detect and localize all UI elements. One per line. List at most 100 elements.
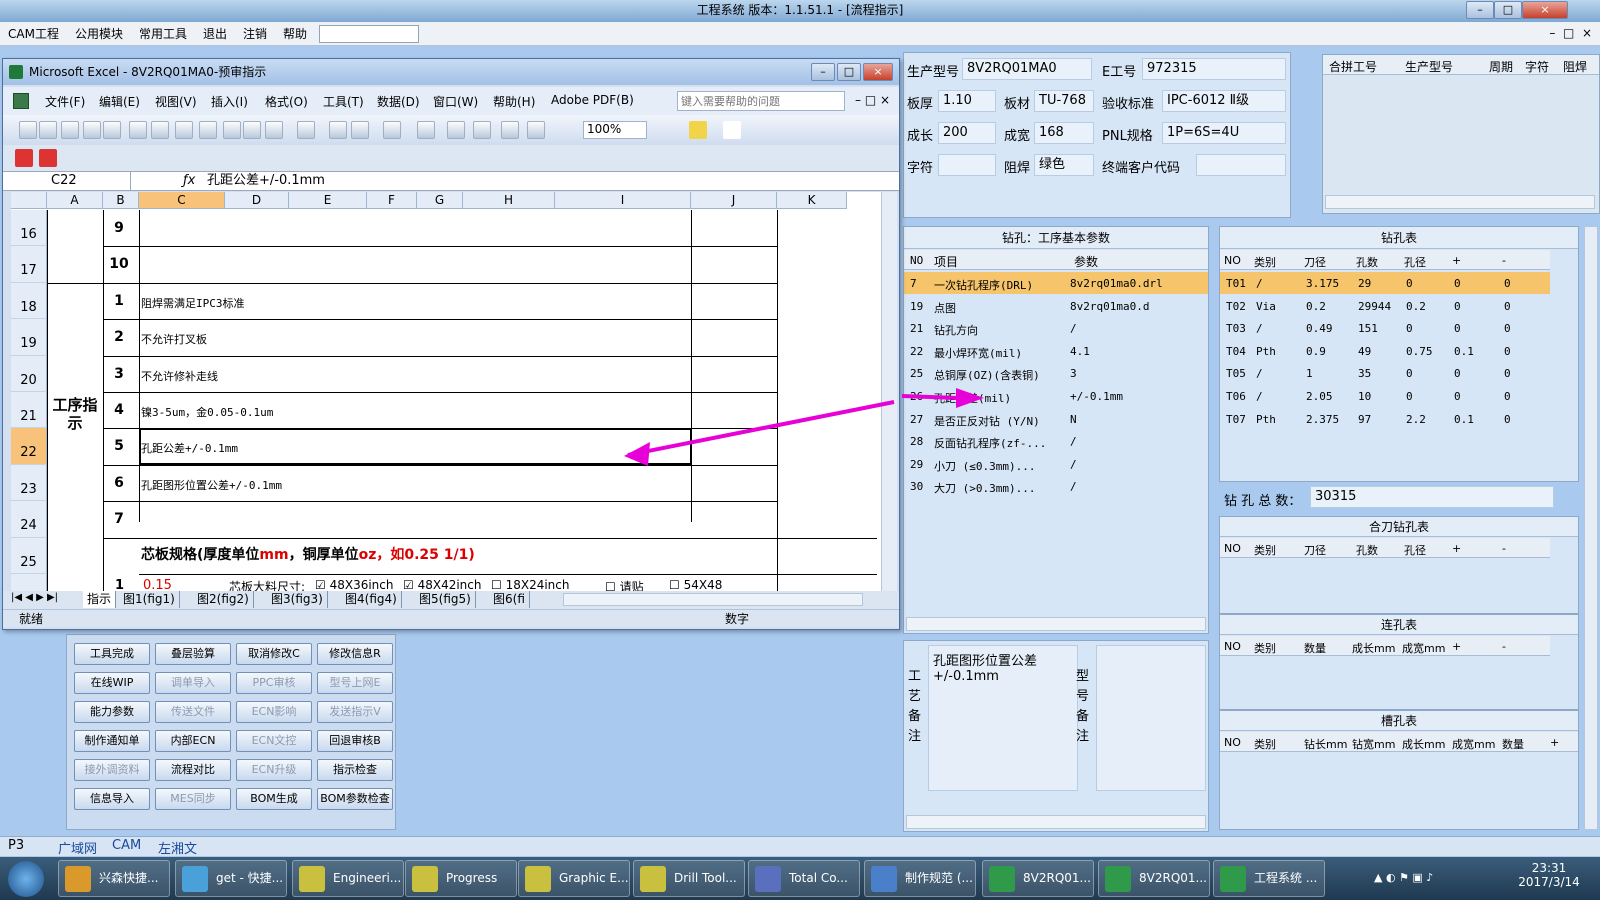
table-row[interactable]: T02 Via 0.2 29944 0.2 0 0 <box>1220 295 1550 317</box>
pnl-field[interactable]: 1P=6S=4U <box>1162 122 1286 144</box>
row-header[interactable]: 20 <box>11 355 47 392</box>
menu-common-tools[interactable]: 常用工具 <box>131 22 195 46</box>
select-all-corner[interactable] <box>11 192 47 209</box>
row-header[interactable]: 22 <box>11 428 47 465</box>
remarks-hscroll[interactable] <box>906 815 1206 829</box>
size-checkbox[interactable]: ☑ 48X36inch <box>315 578 393 592</box>
excel-minimize-button[interactable]: – <box>811 63 835 81</box>
table-row[interactable]: 30 大刀 (>0.3mm)... / <box>904 475 1208 497</box>
menu-exit[interactable]: 退出 <box>195 22 235 46</box>
start-button[interactable] <box>8 861 44 897</box>
new-icon[interactable] <box>19 121 37 139</box>
action-button[interactable]: BOM参数检查 <box>317 788 393 810</box>
menu-cam[interactable]: CAM工程 <box>0 22 67 46</box>
pdf-convert-icon[interactable] <box>15 149 33 167</box>
clock[interactable]: 23:31 2017/3/14 <box>1505 861 1593 889</box>
column-header[interactable]: K <box>777 192 847 209</box>
excel-close-button[interactable]: × <box>863 63 893 81</box>
undo-icon[interactable] <box>329 121 347 139</box>
table-row[interactable]: 26 孔距公差(mil) +/-0.1mm <box>904 385 1208 407</box>
action-button[interactable]: 信息导入 <box>74 788 150 810</box>
close-button[interactable]: × <box>1522 1 1568 19</box>
column-header[interactable]: C <box>139 192 225 209</box>
menu-logout[interactable]: 注销 <box>235 22 275 46</box>
taskbar-item[interactable]: Engineeri... <box>292 860 404 897</box>
taskbar-item[interactable]: 8V2RQ01... <box>982 860 1094 897</box>
email-icon[interactable] <box>103 121 121 139</box>
row-header[interactable]: 25 <box>11 537 47 574</box>
drill-total-field[interactable]: 30315 <box>1310 486 1554 508</box>
minimize-button[interactable]: – <box>1466 1 1494 19</box>
action-button[interactable]: 修改信息R <box>317 643 393 665</box>
char-field[interactable] <box>938 154 996 176</box>
excel-menu-format[interactable]: 格式(O) <box>265 93 308 110</box>
action-button[interactable]: 流程对比 <box>155 759 231 781</box>
table-row[interactable]: 28 反面钻孔程序(zf-... / <box>904 430 1208 452</box>
action-button[interactable]: 内部ECN <box>155 730 231 752</box>
open-icon[interactable] <box>39 121 57 139</box>
row-header[interactable]: 21 <box>11 392 47 429</box>
table-row[interactable]: 27 是否正反对钻 (Y/N) N <box>904 408 1208 430</box>
table-row[interactable]: T03 / 0.49 151 0 0 0 <box>1220 317 1550 339</box>
paste-icon[interactable] <box>265 121 283 139</box>
column-header[interactable]: B <box>103 192 139 209</box>
taskbar-item[interactable]: Graphic E... <box>518 860 630 897</box>
spellcheck-icon[interactable] <box>175 121 193 139</box>
excel-menu-window[interactable]: 窗口(W) <box>433 93 478 110</box>
taskbar-item[interactable]: 8V2RQ01... <box>1098 860 1210 897</box>
width-field[interactable]: 168 <box>1034 122 1094 144</box>
model-remarks-field[interactable] <box>1096 645 1206 791</box>
row-header[interactable]: 23 <box>11 464 47 502</box>
excel-menu-help[interactable]: 帮助(H) <box>493 93 535 110</box>
sheet-tab[interactable]: 图5(fig5) <box>415 591 476 608</box>
autosum-icon[interactable] <box>417 121 435 139</box>
chart-icon[interactable] <box>501 121 519 139</box>
permission-icon[interactable] <box>83 121 101 139</box>
tray-icons[interactable]: ▲ ◐ ⚑ ▣ ♪ <box>1374 871 1494 887</box>
zoom-select[interactable]: 100% <box>583 121 647 139</box>
sort-desc-icon[interactable] <box>473 121 491 139</box>
table-row[interactable]: T04 Pth 0.9 49 0.75 0.1 0 <box>1220 340 1550 362</box>
taskbar-item[interactable]: Progress <box>405 860 517 897</box>
column-header[interactable]: I <box>555 192 691 209</box>
table-row[interactable]: 21 钻孔方向 / <box>904 317 1208 339</box>
size-checkbox[interactable]: ☐ 54X48 <box>669 578 722 592</box>
sheet-tab[interactable]: 图2(fig2) <box>193 591 254 608</box>
action-button[interactable]: 回退审核B <box>317 730 393 752</box>
sheet-tab[interactable]: 图6(fi <box>489 591 530 608</box>
formula-input[interactable]: 孔距公差+/-0.1mm <box>207 172 325 190</box>
sheet-tab[interactable]: 指示 <box>83 591 117 608</box>
taskbar-item[interactable]: 兴森快捷... <box>58 860 170 897</box>
copy-icon[interactable] <box>243 121 261 139</box>
prod-model-field[interactable]: 8V2RQ01MA0 <box>962 58 1092 80</box>
mask-field[interactable]: 绿色 <box>1034 154 1094 176</box>
help-search-input[interactable] <box>677 91 845 111</box>
print-icon[interactable] <box>129 121 147 139</box>
column-header[interactable]: J <box>691 192 777 209</box>
pdf-email-icon[interactable] <box>39 149 57 167</box>
excel-menu-tools[interactable]: 工具(T) <box>323 93 364 110</box>
table-row[interactable]: T01 / 3.175 29 0 0 0 <box>1220 272 1550 294</box>
grow-field[interactable]: 200 <box>938 122 996 144</box>
status-p3[interactable]: P3 <box>8 838 24 853</box>
action-button[interactable]: 工具完成 <box>74 643 150 665</box>
merge-hscroll[interactable] <box>1325 195 1595 209</box>
excel-menu-data[interactable]: 数据(D) <box>377 93 420 110</box>
column-header[interactable]: H <box>463 192 555 209</box>
instruction-text[interactable]: 阻焊需满足IPC3标准 <box>141 295 245 311</box>
excel-doc-controls[interactable]: – □ × <box>855 93 890 107</box>
e-no-field[interactable]: 972315 <box>1142 58 1286 80</box>
column-header[interactable]: A <box>47 192 103 209</box>
row-header[interactable]: 17 <box>11 246 47 283</box>
thickness-field[interactable]: 1.10 <box>938 90 996 112</box>
cut-icon[interactable] <box>223 121 241 139</box>
taskbar-item[interactable]: 制作规范 (... <box>864 860 976 897</box>
table-row[interactable]: 25 总铜厚(OZ)(含表铜) 3 <box>904 362 1208 384</box>
excel-menu-adobe[interactable]: Adobe PDF(B) <box>551 93 634 107</box>
menu-help[interactable]: 帮助 <box>275 22 315 46</box>
excel-menu-file[interactable]: 文件(F) <box>45 93 85 110</box>
action-button[interactable]: 在线WIP <box>74 672 150 694</box>
table-row[interactable]: 29 小刀 (≤0.3mm)... / <box>904 453 1208 475</box>
save-icon[interactable] <box>61 121 79 139</box>
taskbar-item[interactable]: Total Co... <box>748 860 860 897</box>
